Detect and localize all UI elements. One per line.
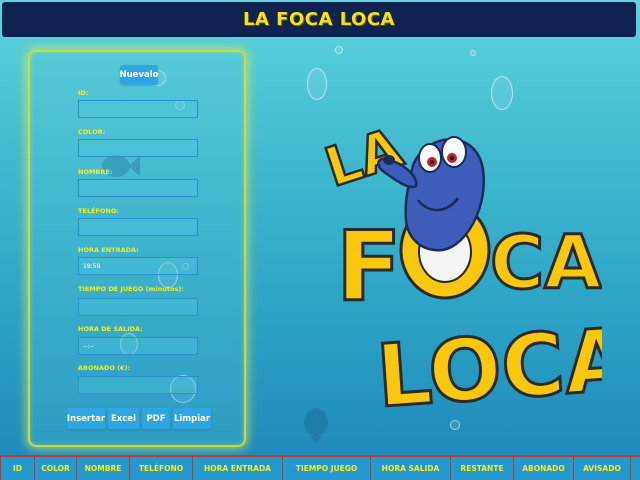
la-foca-loca-logo: LA F CA LOCA: [318, 115, 602, 418]
play-time-label: TIEMPO DE JUEGO (minutos):: [78, 285, 184, 293]
id-label: ID:: [78, 89, 89, 97]
paid-label: ABONADO (€):: [78, 364, 131, 372]
bubble-decoration: [335, 46, 343, 54]
new-button[interactable]: Nuevalo: [120, 65, 158, 85]
bubble-decoration: [450, 420, 460, 430]
column-header-color[interactable]: COLOR: [34, 457, 77, 480]
logo-text-f: F: [336, 211, 402, 323]
phone-label: TELÉFONO:: [78, 207, 119, 215]
color-input[interactable]: [78, 139, 198, 157]
form-actions: Insertar Excel PDF Limpiar: [67, 408, 211, 429]
logo-text-ca: CA: [490, 220, 602, 306]
name-input[interactable]: [78, 179, 198, 197]
play-time-input[interactable]: [78, 298, 198, 316]
entry-time-value: 19:59: [83, 262, 101, 270]
column-header-entry-time[interactable]: HORA ENTRADA: [192, 457, 283, 480]
id-input[interactable]: [78, 100, 198, 118]
exit-time-label: HORA DE SALIDA:: [78, 325, 143, 333]
column-header-name[interactable]: NOMBRE: [76, 457, 130, 480]
paid-input[interactable]: [78, 376, 198, 394]
logo-text-loca: LOCA: [374, 310, 602, 418]
phone-input[interactable]: [78, 218, 198, 236]
exit-time-input[interactable]: --:--: [78, 337, 198, 355]
logo-text-la: LA: [318, 116, 410, 200]
name-label: NOMBRE:: [78, 168, 113, 176]
bubble-decoration: [470, 50, 476, 56]
column-header-remaining[interactable]: RESTANTE: [450, 457, 514, 480]
pdf-button[interactable]: PDF: [142, 408, 170, 429]
registration-form: Nuevalo ID: COLOR: NOMBRE: TELÉFONO: HOR…: [28, 50, 246, 447]
entry-time-label: HORA ENTRADA:: [78, 246, 139, 254]
clock-icon[interactable]: [182, 263, 189, 270]
column-header-phone[interactable]: TELÉFONO: [129, 457, 193, 480]
bubble-decoration: [307, 68, 327, 100]
column-header-paid[interactable]: ABONADO: [513, 457, 574, 480]
column-header-id[interactable]: ID: [0, 457, 35, 480]
records-table-header: ID COLOR NOMBRE TELÉFONO HORA ENTRADA TI…: [0, 455, 640, 480]
color-label: COLOR:: [78, 128, 106, 136]
clear-button[interactable]: Limpiar: [173, 408, 211, 429]
insert-button[interactable]: Insertar: [67, 408, 105, 429]
column-header-play-time[interactable]: TIEMPO JUEGO: [282, 457, 371, 480]
column-header-exit-time[interactable]: HORA SALIDA: [370, 457, 451, 480]
excel-button[interactable]: Excel: [108, 408, 139, 429]
app-title: LA FOCA LOCA: [243, 9, 395, 30]
entry-time-input[interactable]: 19:59: [78, 257, 198, 275]
column-header-notified[interactable]: AVISADO: [573, 457, 631, 480]
app-header: LA FOCA LOCA: [2, 2, 636, 37]
